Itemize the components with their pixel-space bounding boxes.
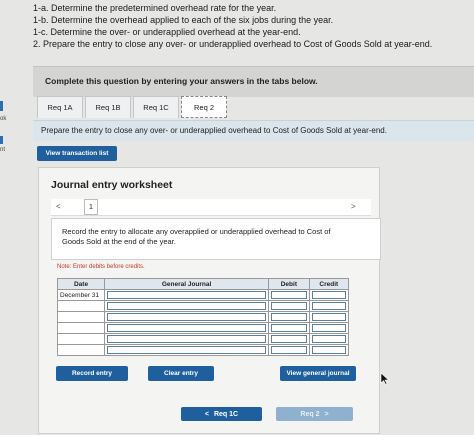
instructions-panel: Complete this question by entering your … — [33, 66, 474, 97]
panel-text: Complete this question by entering your … — [45, 76, 318, 86]
date-cell — [56, 322, 106, 334]
table-row: December 31 — [56, 289, 350, 301]
tab-label: Req 1A — [47, 103, 73, 112]
debit-input[interactable] — [271, 324, 307, 332]
credit-cell[interactable] — [308, 322, 350, 334]
mouse-cursor-icon — [380, 372, 390, 385]
instruction-1a: 1-a. Determine the predetermined overhea… — [33, 3, 277, 13]
left-edge-marker — [0, 101, 3, 111]
credit-input[interactable] — [311, 302, 346, 310]
account-cell[interactable] — [104, 289, 270, 301]
next-req-2-button[interactable]: Req 2 > — [276, 407, 353, 421]
column-header-debit: Debit — [268, 278, 310, 290]
debit-input[interactable] — [271, 302, 307, 310]
instruction-1c: 1-c. Determine the over- or underapplied… — [33, 27, 301, 37]
tab-label: Req 2 — [193, 102, 214, 112]
credit-input[interactable] — [311, 313, 346, 321]
credit-cell[interactable] — [308, 289, 350, 301]
credit-input[interactable] — [311, 346, 346, 354]
account-cell[interactable] — [104, 300, 270, 312]
left-edge-label-ok: ok — [0, 116, 7, 122]
instruction-1b: 1-b. Determine the overhead applied to e… — [33, 15, 334, 25]
table-header-row: Date General Journal Debit Credit — [56, 278, 350, 290]
credit-cell[interactable] — [308, 311, 350, 323]
tab-label: Req 1B — [95, 103, 121, 112]
debit-cell[interactable] — [268, 311, 310, 323]
view-general-journal-button[interactable]: View general journal — [280, 366, 356, 381]
journal-entry-worksheet: Journal entry worksheet < 1 > Record the… — [38, 167, 381, 434]
debit-cell[interactable] — [268, 344, 310, 356]
account-input[interactable] — [107, 302, 267, 310]
view-transaction-list-button[interactable]: View transaction list — [37, 146, 117, 161]
tab-req-1b[interactable]: Req 1B — [85, 96, 131, 118]
left-edge-marker — [0, 136, 3, 144]
prompt-text: Prepare the entry to close any over- or … — [41, 126, 387, 135]
credit-cell[interactable] — [308, 344, 350, 356]
chevron-right-icon: > — [324, 410, 329, 418]
debit-input[interactable] — [271, 335, 307, 343]
account-input[interactable] — [107, 324, 267, 332]
debit-cell[interactable] — [268, 333, 310, 345]
tab-req-1a[interactable]: Req 1A — [37, 96, 83, 118]
debit-input[interactable] — [271, 291, 307, 299]
date-cell — [56, 333, 106, 345]
tab-req-2[interactable]: Req 2 — [181, 96, 227, 118]
table-row — [56, 344, 350, 356]
column-header-credit: Credit — [308, 278, 350, 290]
journal-table: Date General Journal Debit Credit Decemb… — [56, 278, 350, 356]
column-header-general-journal: General Journal — [104, 278, 270, 290]
table-row — [56, 333, 350, 345]
worksheet-nav: < 1 — [51, 199, 371, 216]
debit-cell[interactable] — [268, 322, 310, 334]
debit-cell[interactable] — [268, 289, 310, 301]
entry-description: Record the entry to allocate any overapp… — [62, 227, 331, 246]
tab-req-1c[interactable]: Req 1C — [133, 96, 179, 118]
credit-cell[interactable] — [308, 333, 350, 345]
account-cell[interactable] — [104, 311, 270, 323]
chevron-right-icon[interactable]: > — [351, 202, 356, 211]
account-cell[interactable] — [104, 322, 270, 334]
tab-label: Req 1C — [143, 103, 169, 112]
date-cell: December 31 — [56, 289, 106, 301]
table-row — [56, 311, 350, 323]
page-number-1[interactable]: 1 — [84, 199, 98, 215]
credit-input[interactable] — [311, 324, 346, 332]
credit-input[interactable] — [311, 291, 346, 299]
worksheet-title: Journal entry worksheet — [51, 179, 173, 191]
debit-cell[interactable] — [268, 300, 310, 312]
date-cell — [56, 344, 106, 356]
next-button-label: Req 2 — [300, 410, 320, 418]
clear-entry-button[interactable]: Clear entry — [148, 366, 214, 381]
table-row — [56, 322, 350, 334]
table-row — [56, 300, 350, 312]
account-cell[interactable] — [104, 344, 270, 356]
account-input[interactable] — [107, 291, 267, 299]
entry-description-box: Record the entry to allocate any overapp… — [51, 218, 381, 260]
debits-note: Note: Enter debits before credits. — [57, 264, 145, 270]
chevron-left-icon[interactable]: < — [56, 202, 61, 211]
left-edge-label-nt: nt — [0, 147, 6, 153]
record-entry-button[interactable]: Record entry — [56, 366, 128, 381]
prev-button-label: Req 1C — [213, 410, 239, 418]
credit-input[interactable] — [311, 335, 346, 343]
column-header-date: Date — [56, 278, 106, 290]
date-cell — [56, 300, 106, 312]
date-cell — [56, 311, 106, 323]
account-input[interactable] — [107, 313, 267, 321]
account-cell[interactable] — [104, 333, 270, 345]
instruction-2: 2. Prepare the entry to close any over- … — [33, 39, 433, 49]
prev-req-1c-button[interactable]: < Req 1C — [181, 407, 262, 421]
chevron-left-icon: < — [204, 410, 209, 418]
prompt-bar: Prepare the entry to close any over- or … — [33, 120, 474, 141]
account-input[interactable] — [107, 335, 267, 343]
account-input[interactable] — [107, 346, 267, 354]
debit-input[interactable] — [271, 313, 307, 321]
credit-cell[interactable] — [308, 300, 350, 312]
debit-input[interactable] — [271, 346, 307, 354]
